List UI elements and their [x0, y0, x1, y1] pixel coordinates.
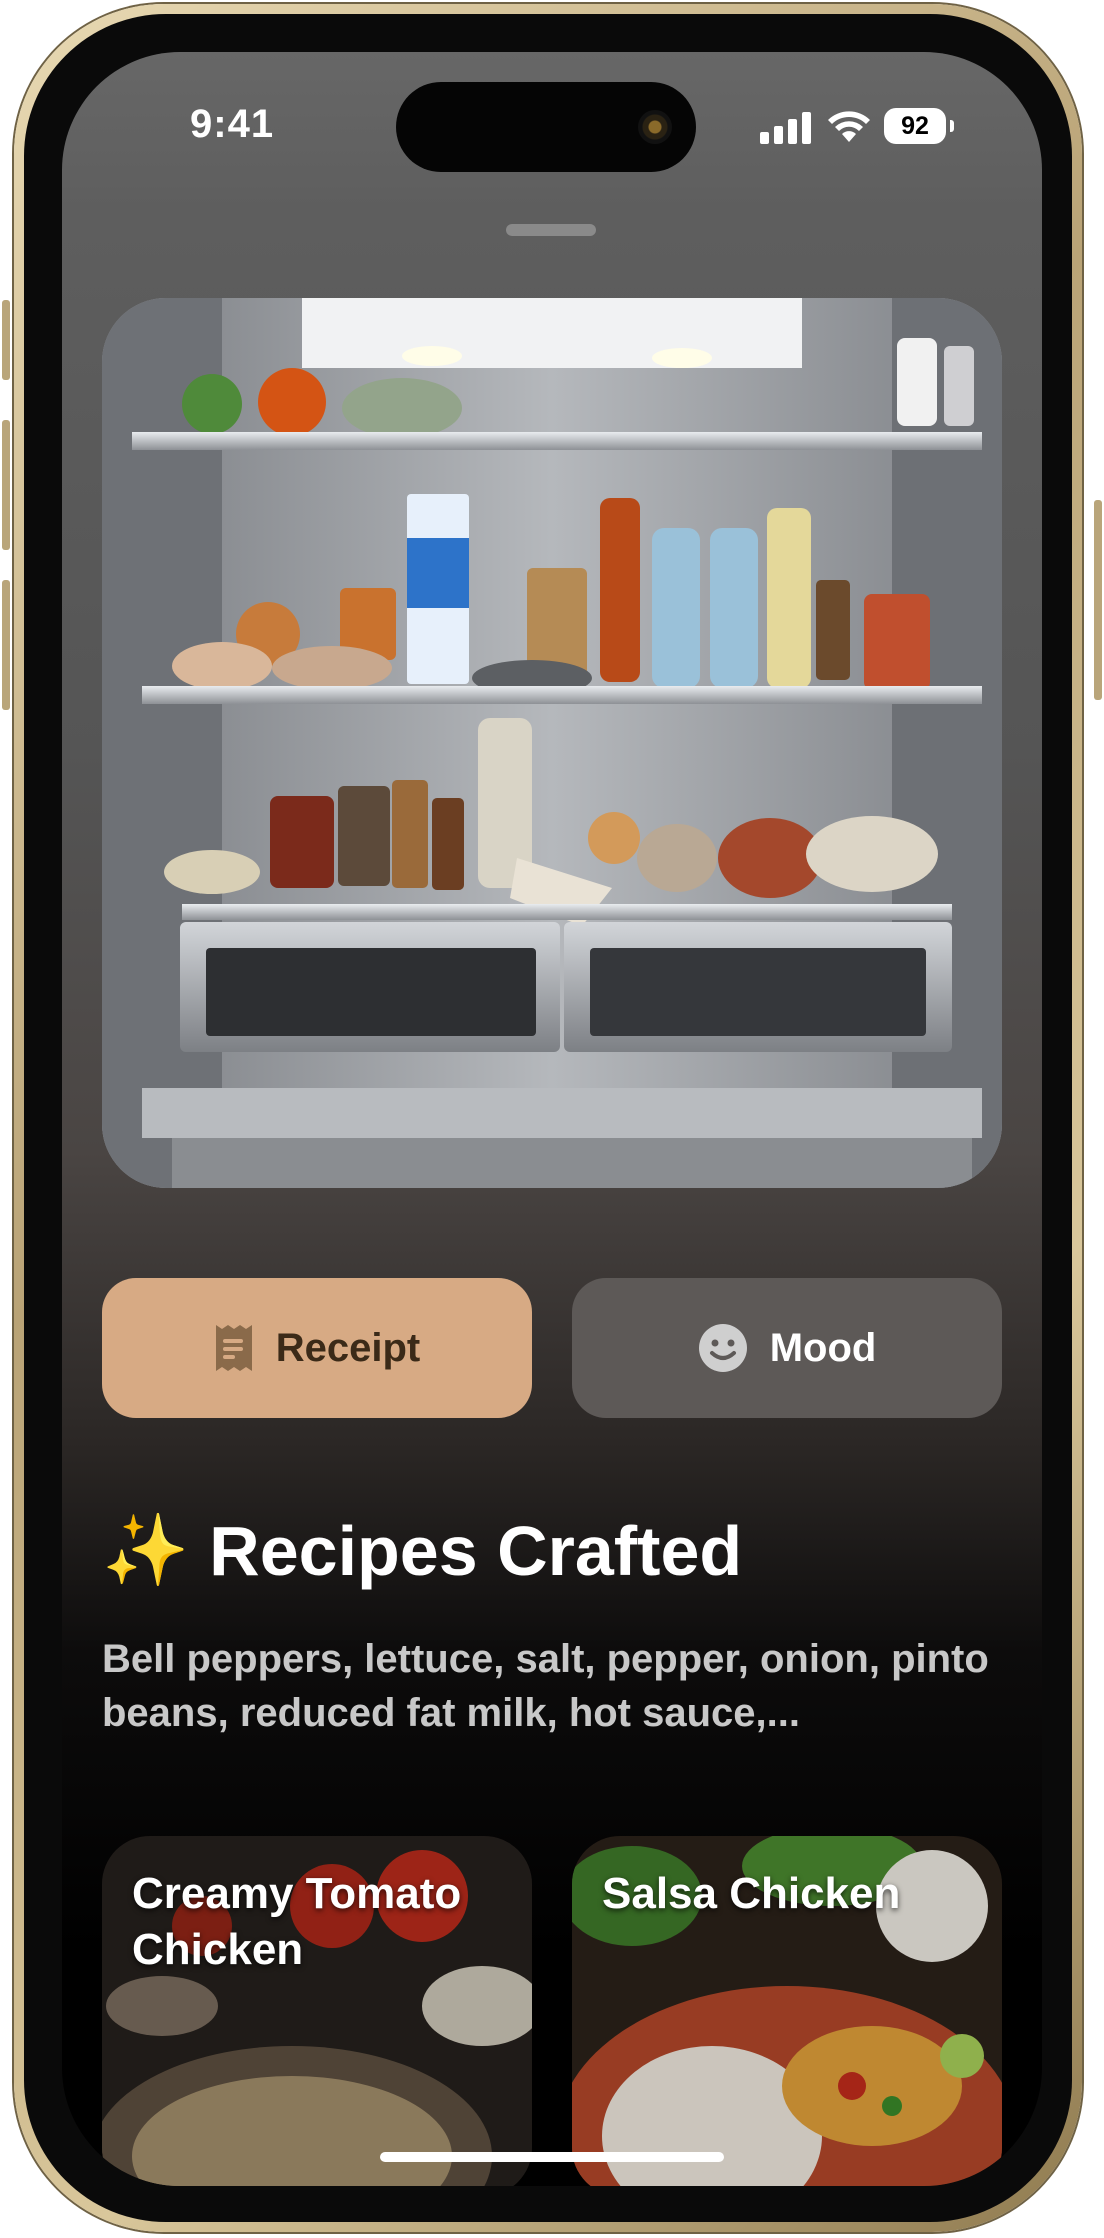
wifi-icon: [828, 111, 870, 142]
battery-indicator: 92: [884, 108, 954, 144]
recipe-title: Creamy Tomato Chicken: [132, 1869, 462, 1974]
mood-label: Mood: [769, 1325, 877, 1370]
mood-button[interactable]: Mood: [572, 1278, 1002, 1418]
receipt-icon: [215, 1325, 252, 1371]
ingredients-text: Bell peppers, lettuce, salt, pepper, oni…: [102, 1637, 989, 1735]
receipt-label: Receipt: [275, 1325, 421, 1370]
smiley-icon: [698, 1324, 747, 1372]
status-bar: 9:41 92: [62, 52, 1042, 172]
section-title-text: Recipes Crafted: [209, 1512, 743, 1590]
receipt-button[interactable]: Receipt: [102, 1278, 532, 1418]
dynamic-island: [396, 82, 696, 172]
home-indicator[interactable]: [380, 2152, 724, 2162]
recipe-card[interactable]: Creamy Tomato Chicken: [102, 1836, 532, 2186]
camera-icon: [638, 110, 672, 144]
section-title: ✨ Recipes Crafted: [102, 1510, 742, 1592]
sheet-grabber[interactable]: [506, 224, 596, 236]
power-button: [1094, 500, 1102, 700]
recipe-card[interactable]: Salsa Chicken: [572, 1836, 1002, 2186]
app-screen: 9:41 92 Receipt Mood ✨ Recipes Crafted B…: [62, 52, 1042, 2186]
status-time: 9:41: [190, 102, 275, 146]
recipe-title: Salsa Chicken: [602, 1869, 901, 1918]
action-button: [2, 300, 10, 380]
volume-down-button: [2, 580, 10, 710]
fridge-photo[interactable]: [102, 298, 1002, 1188]
volume-up-button: [2, 420, 10, 550]
sparkles-icon: ✨: [102, 1511, 190, 1589]
signal-icon: [760, 112, 811, 144]
